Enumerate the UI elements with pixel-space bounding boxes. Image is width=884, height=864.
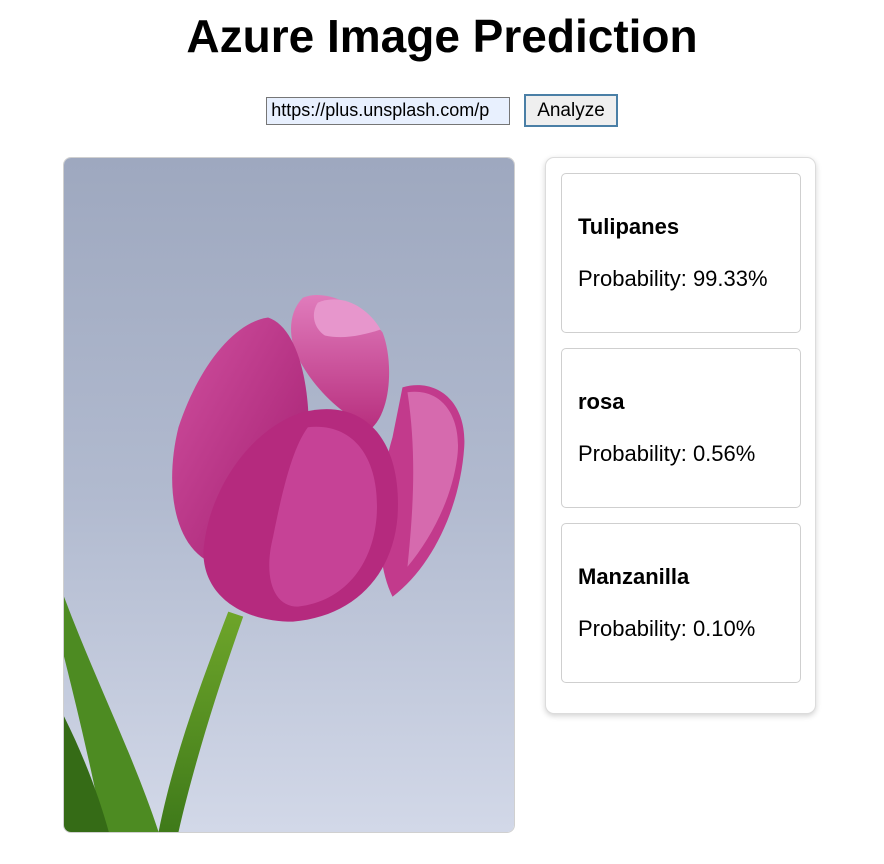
predictions-panel: Tulipanes Probability: 99.33% rosa Proba… (545, 157, 816, 714)
prediction-card: Manzanilla Probability: 0.10% (561, 523, 801, 683)
analyzed-image (63, 157, 515, 833)
prediction-probability: Probability: 99.33% (578, 266, 768, 291)
prediction-probability: Probability: 0.56% (578, 441, 756, 466)
page-title: Azure Image Prediction (186, 10, 698, 62)
prediction-tag: rosa (578, 389, 625, 414)
prediction-tag: Tulipanes (578, 214, 680, 239)
controls-bar: Analyze (0, 94, 884, 127)
image-url-input[interactable] (266, 96, 511, 125)
prediction-tag: Manzanilla (578, 564, 690, 589)
tulip-image (64, 158, 514, 832)
prediction-probability: Probability: 0.10% (578, 616, 756, 641)
prediction-card: Tulipanes Probability: 99.33% (561, 173, 801, 333)
analyze-button[interactable]: Analyze (524, 94, 618, 127)
prediction-card: rosa Probability: 0.56% (561, 348, 801, 508)
page: Azure Image Prediction Analyze (0, 0, 884, 864)
